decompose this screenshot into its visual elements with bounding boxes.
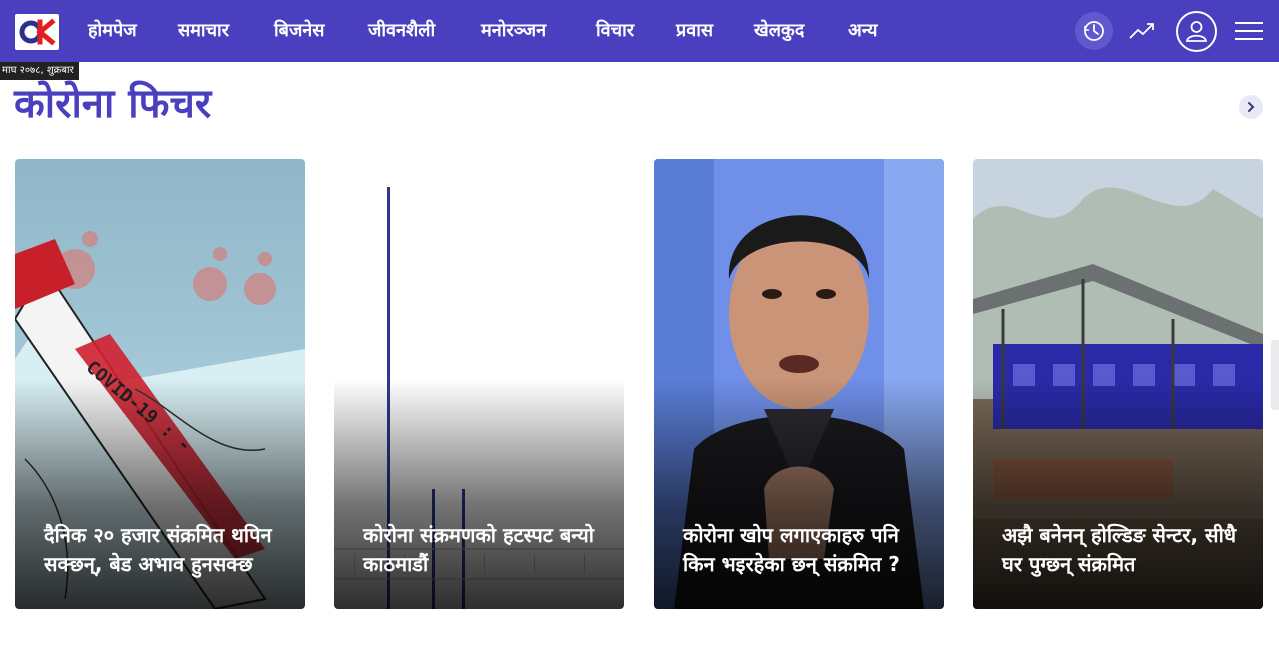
top-navigation-bar: होमपेज समाचार बिजनेस जीवनशैली मनोरञ्जन व…	[0, 0, 1279, 62]
user-icon	[1185, 21, 1208, 42]
chevron-right-icon	[1248, 102, 1255, 112]
nav-item-lifestyle[interactable]: जीवनशैली	[368, 18, 435, 44]
card-headline[interactable]: कोरोना संक्रमणको हटस्पट बन्यो काठमाडौं	[363, 521, 606, 579]
logo-mark-icon	[19, 18, 56, 46]
recent-news-button[interactable]	[1075, 12, 1113, 50]
nav-item-diaspora[interactable]: प्रवास	[676, 18, 713, 44]
carousel-edge-handle[interactable]	[1271, 340, 1279, 410]
nav-item-opinion[interactable]: विचार	[596, 18, 634, 44]
card-headline[interactable]: कोरोना खोप लगाएकाहरु पनि किन भइरहेका छन्…	[683, 521, 926, 579]
nav-item-home[interactable]: होमपेज	[88, 18, 137, 44]
trending-button[interactable]	[1128, 19, 1156, 43]
nav-item-business[interactable]: बिजनेस	[274, 18, 324, 44]
nav-item-sports[interactable]: खेलकुद	[754, 18, 804, 44]
hamburger-menu-icon	[1235, 22, 1263, 40]
section-title[interactable]: कोरोना फिचर	[14, 78, 211, 130]
nav-item-news[interactable]: समाचार	[178, 18, 229, 44]
card-headline[interactable]: अझै बनेनन् होल्डिङ सेन्टर, सीधै घर पुग्छ…	[1002, 521, 1245, 579]
card-headline[interactable]: दैनिक २० हजार संक्रमित थपिन सक्छन्, बेड …	[44, 521, 287, 579]
feature-card[interactable]: कोरोना संक्रमणको हटस्पट बन्यो काठमाडौं	[334, 159, 624, 609]
carousel-next-button[interactable]	[1239, 95, 1263, 119]
clock-icon	[1084, 21, 1104, 41]
user-account-button[interactable]	[1176, 11, 1217, 52]
hamburger-menu-button[interactable]	[1234, 20, 1264, 42]
nav-item-other[interactable]: अन्य	[848, 18, 878, 44]
site-logo[interactable]	[15, 14, 59, 50]
feature-card[interactable]: COVID-19 : - दैनिक २० हजार संक्रमित थपिन…	[15, 159, 305, 609]
nav-item-entertainment[interactable]: मनोरञ्जन	[481, 18, 546, 44]
feature-card[interactable]: कोरोना खोप लगाएकाहरु पनि किन भइरहेका छन्…	[654, 159, 944, 609]
trending-icon	[1129, 23, 1154, 39]
feature-card[interactable]: अझै बनेनन् होल्डिङ सेन्टर, सीधै घर पुग्छ…	[973, 159, 1263, 609]
